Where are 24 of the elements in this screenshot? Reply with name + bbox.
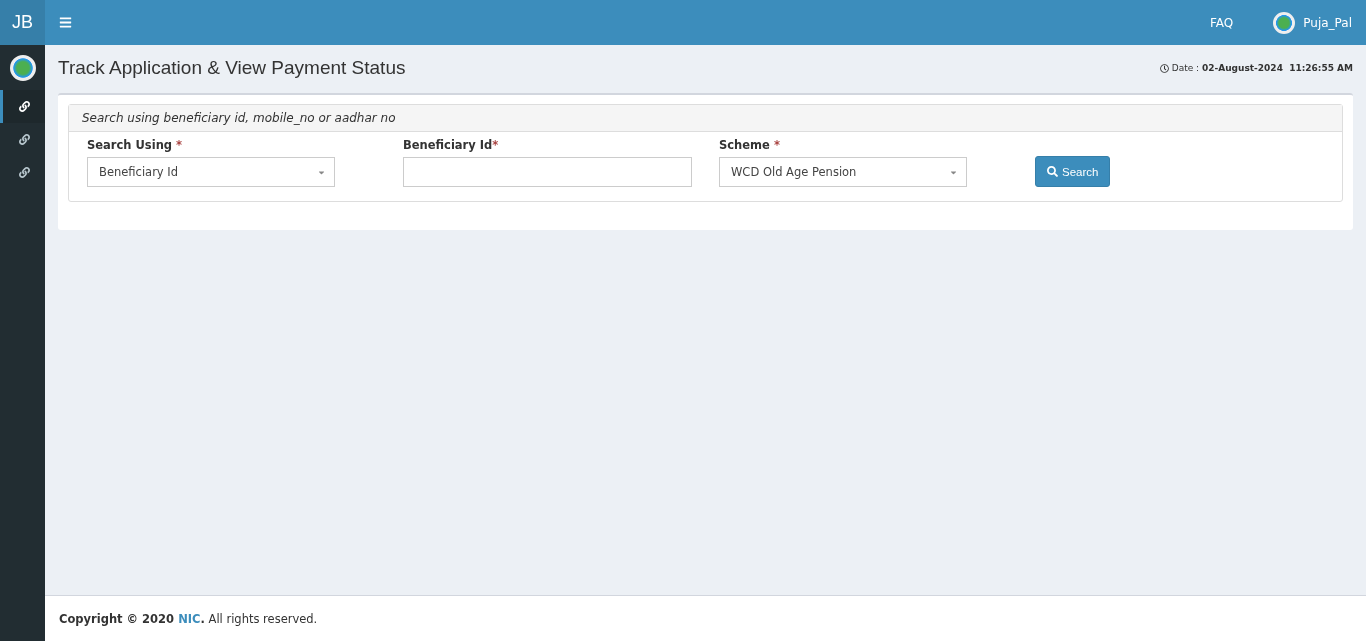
input-field[interactable]: [403, 157, 692, 187]
nic-link[interactable]: NIC: [178, 611, 201, 626]
menu-icon[interactable]: [59, 16, 72, 29]
field-label: Scheme *: [719, 138, 781, 152]
sidebar-item[interactable]: [0, 90, 45, 123]
field-label: Search Using *: [87, 138, 184, 152]
brand-logo[interactable]: JB: [0, 0, 45, 45]
faq-link[interactable]: FAQ: [1210, 15, 1234, 30]
user-menu[interactable]: Puja_Pal: [1273, 11, 1352, 34]
date-text: Date : 02-August-2024 11:26:55 AM: [1171, 63, 1353, 73]
emblem-icon: [9, 54, 36, 81]
select-field[interactable]: Beneficiary Id: [87, 157, 335, 187]
copyright-text: Copyright © 2020 NIC. All rights reserved.: [59, 611, 318, 626]
clock-icon: [1159, 63, 1169, 73]
avatar-icon: [1273, 11, 1296, 34]
link-icon: [18, 134, 30, 145]
field-label: Beneficiary Id*: [403, 138, 500, 152]
search-button[interactable]: Search: [1035, 156, 1111, 187]
link-icon: [18, 101, 30, 112]
link-icon: [18, 167, 30, 178]
panel-heading: Search using beneficiary id, mobile_no or aadhar no: [69, 105, 1342, 132]
select-field[interactable]: WCD Old Age Pension: [719, 157, 967, 187]
page-title: Track Application & View Payment Status: [58, 57, 406, 79]
search-icon: [1047, 166, 1058, 177]
